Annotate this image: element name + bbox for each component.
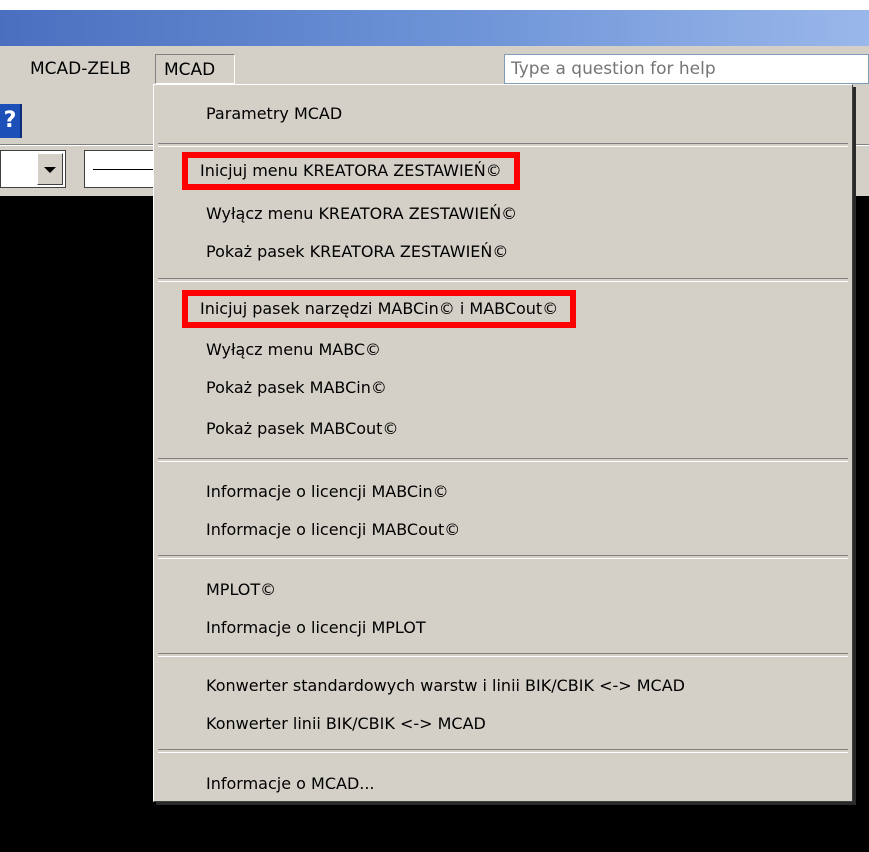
menu-item-pokaz-pasek-mabcout[interactable]: Pokaż pasek MABCout© (206, 414, 398, 444)
mcad-dropdown-menu: Parametry MCAD Inicjuj menu KREATORA ZES… (153, 84, 853, 802)
combo-dropdown-button[interactable] (37, 153, 63, 185)
menu-item-licencja-mabcout[interactable]: Informacje o licencji MABCout© (206, 515, 460, 545)
menu-item-mplot[interactable]: MPLOT© (206, 575, 276, 605)
menu-mcad-zelb[interactable]: MCAD-ZELB (22, 54, 139, 84)
menu-item-licencja-mabcin[interactable]: Informacje o licencji MABCin© (206, 477, 449, 507)
menu-item-parametry-mcad[interactable]: Parametry MCAD (206, 99, 342, 129)
chevron-down-icon (44, 167, 56, 173)
menu-item-inicjuj-menu-kreatora[interactable]: Inicjuj menu KREATORA ZESTAWIEŃ© (182, 152, 520, 190)
menu-mcad[interactable]: MCAD (155, 54, 235, 84)
menu-item-konwerter-warstw[interactable]: Konwerter standardowych warstw i linii B… (206, 671, 685, 701)
linetype-combo[interactable] (84, 150, 173, 188)
menu-item-inicjuj-pasek-mabc[interactable]: Inicjuj pasek narzędzi MABCin© i MABCout… (181, 290, 577, 328)
menu-separator (158, 653, 848, 657)
menu-item-konwerter-linii[interactable]: Konwerter linii BIK/CBIK <-> MCAD (206, 709, 486, 739)
menu-separator (158, 278, 848, 282)
menu-separator (158, 143, 848, 147)
menu-separator (158, 749, 848, 753)
menu-item-pokaz-pasek-mabcin[interactable]: Pokaż pasek MABCin© (206, 373, 387, 403)
help-search-input[interactable] (504, 54, 869, 84)
layer-combo[interactable] (0, 150, 66, 188)
menu-item-informacje-o-mcad[interactable]: Informacje o MCAD... (206, 769, 375, 799)
menu-separator (158, 555, 848, 559)
menu-separator (158, 458, 848, 462)
menu-item-wylacz-menu-mabc[interactable]: Wyłącz menu MABC© (206, 335, 381, 365)
menu-item-licencja-mplot[interactable]: Informacje o licencji MPLOT (206, 613, 426, 643)
help-icon[interactable]: ? (0, 104, 22, 138)
menu-item-pokaz-pasek-kreatora[interactable]: Pokaż pasek KREATORA ZESTAWIEŃ© (206, 237, 508, 267)
menu-item-wylacz-menu-kreatora[interactable]: Wyłącz menu KREATORA ZESTAWIEŃ© (206, 199, 517, 229)
title-bar (0, 10, 869, 46)
